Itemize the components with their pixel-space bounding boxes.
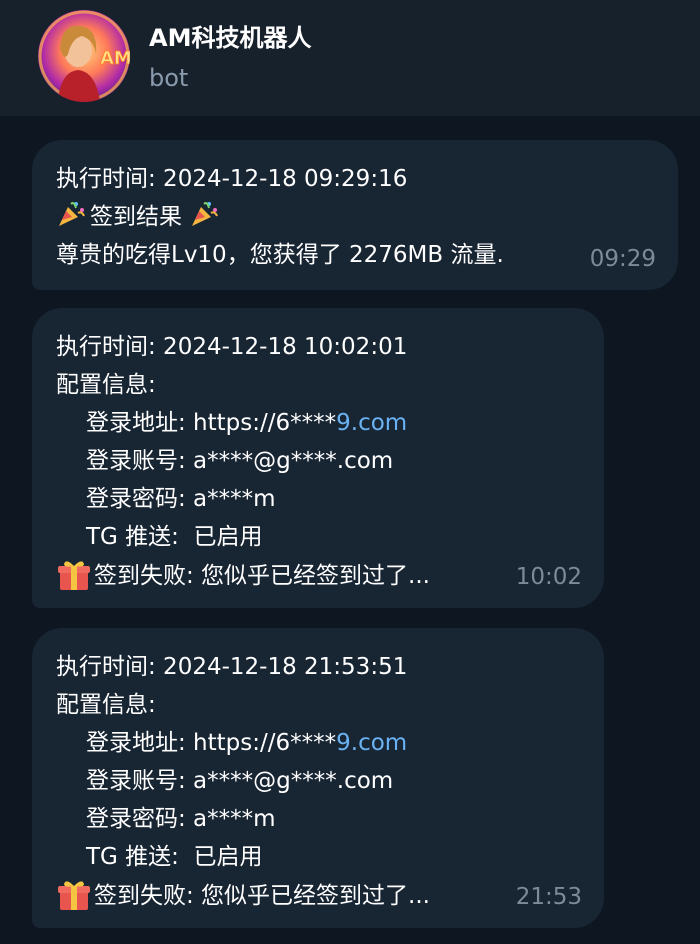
chat-header[interactable]: AM AM科技机器人 bot	[0, 0, 700, 116]
message-line-account: 登录账号: a****@g****.com	[86, 768, 394, 794]
message-bubble[interactable]: 执行时间: 2024-12-18 09:29:16 签到结果 尊贵的吃得Lv10…	[32, 140, 678, 290]
login-url-link[interactable]: 9.com	[336, 410, 407, 436]
checkin-result-text: 签到结果	[90, 204, 182, 230]
message-line-exec-time: 执行时间: 2024-12-18 21:53:51	[56, 654, 408, 680]
message-line-result: 签到失败: 您似乎已经签到过了...	[56, 876, 580, 915]
message-line-traffic: 尊贵的吃得Lv10，您获得了 2276MB 流量.	[56, 242, 504, 268]
message-line-account: 登录账号: a****@g****.com	[86, 448, 394, 474]
bot-avatar[interactable]: AM	[38, 10, 130, 102]
party-popper-icon	[192, 202, 219, 226]
message-line-password: 登录密码: a****m	[86, 806, 276, 832]
gift-icon	[58, 561, 90, 590]
login-url-prefix: 登录地址: https://6****	[86, 410, 337, 436]
message-line-checkin-result: 签到结果	[56, 198, 654, 236]
message-time: 21:53	[515, 884, 582, 910]
message-time: 10:02	[515, 564, 582, 590]
message-line-login-url: 登录地址: https://6****9.com	[56, 724, 580, 762]
message-line-result: 签到失败: 您似乎已经签到过了...	[56, 556, 580, 595]
message-line-tg-push: TG 推送: 已启用	[86, 524, 263, 550]
message-line-password: 登录密码: a****m	[86, 486, 276, 512]
party-popper-icon	[59, 202, 85, 226]
message-line-config-title: 配置信息:	[56, 692, 156, 718]
message-line-exec-time: 执行时间: 2024-12-18 10:02:01	[56, 334, 408, 360]
message-line-exec-time: 执行时间: 2024-12-18 09:29:16	[56, 166, 408, 192]
result-text: 签到失败: 您似乎已经签到过了...	[94, 883, 430, 909]
message-time: 09:29	[589, 246, 656, 272]
chat-subtitle: bot	[149, 64, 189, 92]
login-url-link[interactable]: 9.com	[336, 730, 407, 756]
message-line-login-url: 登录地址: https://6****9.com	[56, 404, 580, 442]
message-bubble[interactable]: 执行时间: 2024-12-18 10:02:01 配置信息: 登录地址: ht…	[32, 308, 604, 608]
message-line-tg-push: TG 推送: 已启用	[86, 844, 263, 870]
message-line-config-title: 配置信息:	[56, 372, 156, 398]
message-bubble[interactable]: 执行时间: 2024-12-18 21:53:51 配置信息: 登录地址: ht…	[32, 628, 604, 928]
chat-title: AM科技机器人	[149, 24, 312, 52]
gift-icon	[58, 881, 90, 910]
result-text: 签到失败: 您似乎已经签到过了...	[94, 563, 430, 589]
login-url-prefix: 登录地址: https://6****	[86, 730, 337, 756]
svg-text:AM: AM	[100, 48, 130, 69]
